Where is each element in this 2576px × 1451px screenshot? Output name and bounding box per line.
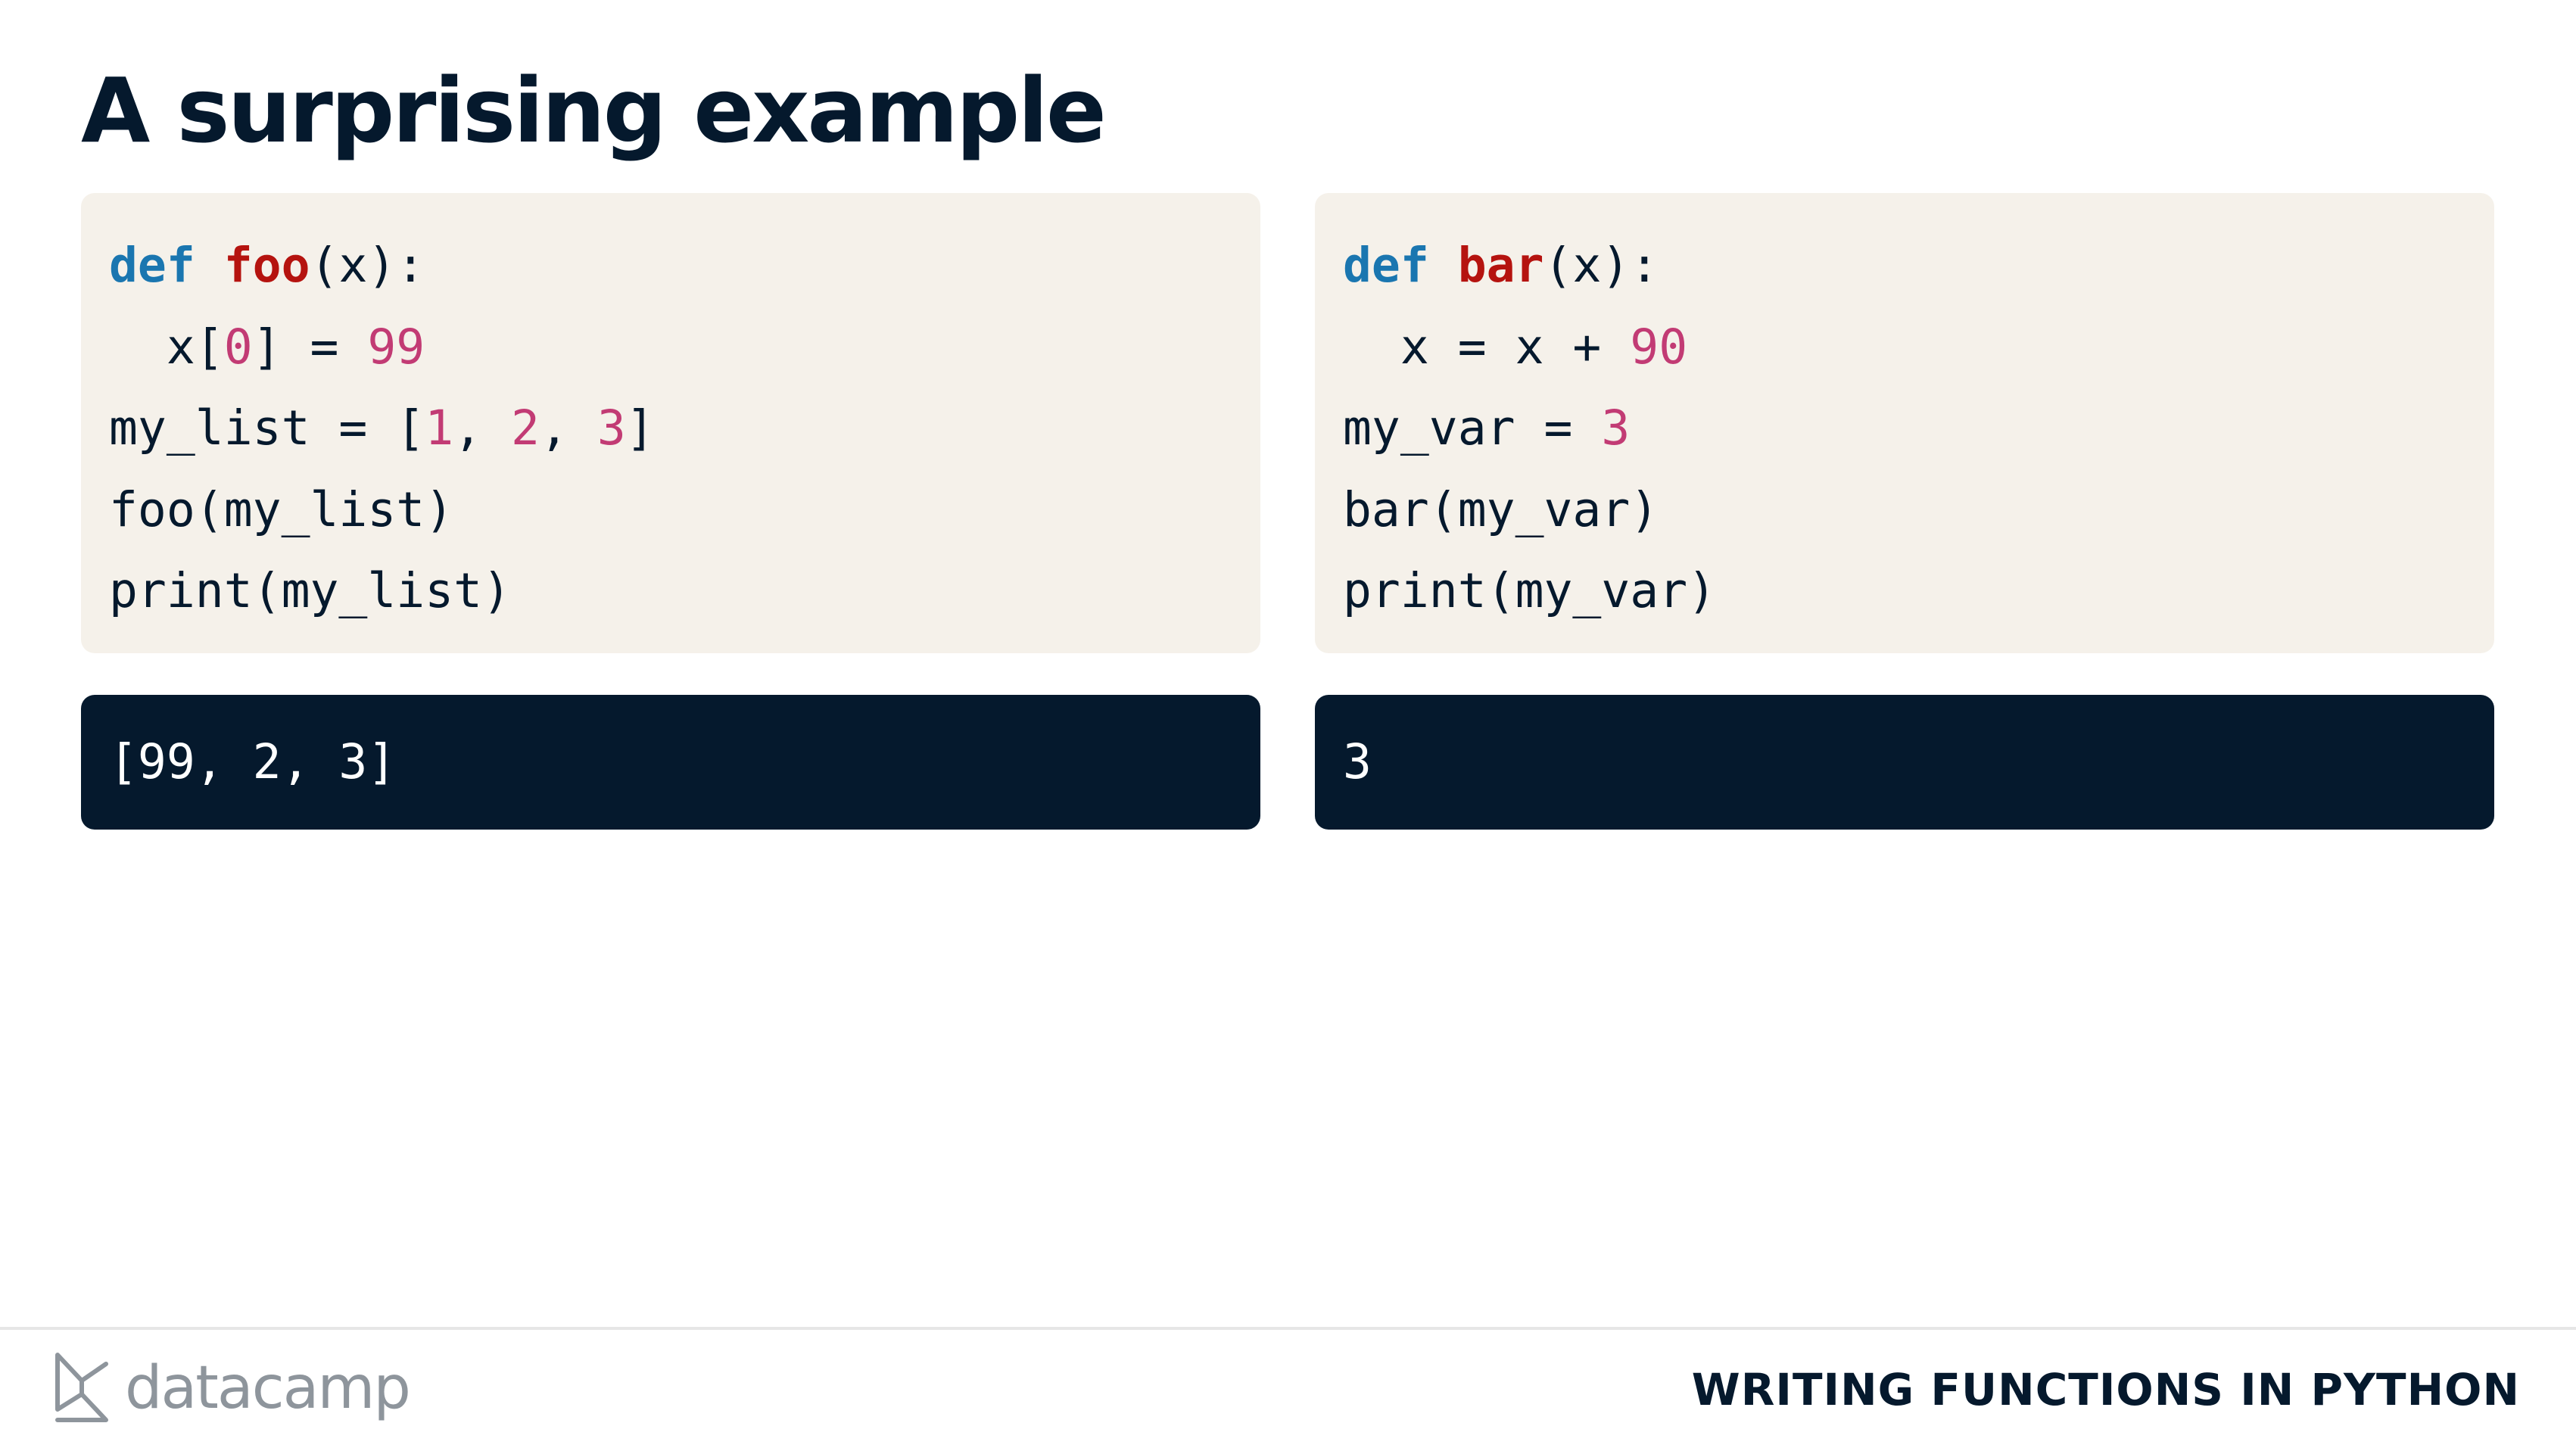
code-text: , [539, 400, 597, 456]
code-block-bar: def bar(x): x = x + 90 my_var = 3 bar(my… [1315, 193, 2494, 653]
code-text: foo(my_list) [109, 481, 454, 537]
datacamp-wordmark: datacamp [125, 1354, 411, 1422]
code-line: x[0] = 99 [109, 307, 1260, 388]
code-line: print(my_var) [1343, 550, 2494, 632]
code-block-foo: def foo(x): x[0] = 99 my_list = [1, 2, 3… [81, 193, 1260, 653]
code-text: my_var = [1343, 400, 1602, 456]
code-number: 0 [223, 319, 253, 375]
datacamp-logo-icon [55, 1353, 108, 1422]
code-number: 2 [511, 400, 540, 456]
code-function-name: foo [223, 238, 310, 293]
code-number: 3 [596, 400, 626, 456]
code-number: 3 [1601, 400, 1631, 456]
code-number: 90 [1630, 319, 1688, 375]
code-keyword: def [1343, 238, 1429, 293]
code-line: def bar(x): [1343, 225, 2494, 307]
code-line: my_var = 3 [1343, 388, 2494, 469]
code-function-name: bar [1457, 238, 1544, 293]
code-text: ] [625, 400, 655, 456]
code-text: bar(my_var) [1343, 481, 1659, 537]
code-text: my_list = [ [109, 400, 425, 456]
course-title: WRITING FUNCTIONS IN PYTHON [1691, 1364, 2520, 1415]
footer-divider [0, 1327, 2576, 1330]
code-line: foo(my_list) [109, 469, 1260, 551]
output-block-bar: 3 [1315, 695, 2494, 830]
datacamp-logo: datacamp [53, 1350, 416, 1426]
code-line: bar(my_var) [1343, 469, 2494, 551]
slide-title: A surprising example [81, 58, 1107, 163]
code-text: (x): [310, 238, 425, 293]
code-text: x = x + [1343, 319, 1631, 375]
code-text: ] = [252, 319, 368, 375]
code-number: 1 [425, 400, 454, 456]
code-text: print(my_list) [109, 563, 512, 618]
code-line: my_list = [1, 2, 3] [109, 388, 1260, 469]
code-text: x[ [109, 319, 224, 375]
code-line: print(my_list) [109, 550, 1260, 632]
code-text: print(my_var) [1343, 563, 1717, 618]
code-line: x = x + 90 [1343, 307, 2494, 388]
code-line: def foo(x): [109, 225, 1260, 307]
code-keyword: def [109, 238, 195, 293]
output-block-foo: [99, 2, 3] [81, 695, 1260, 830]
code-number: 99 [367, 319, 425, 375]
code-text: (x): [1543, 238, 1659, 293]
code-text: , [453, 400, 512, 456]
